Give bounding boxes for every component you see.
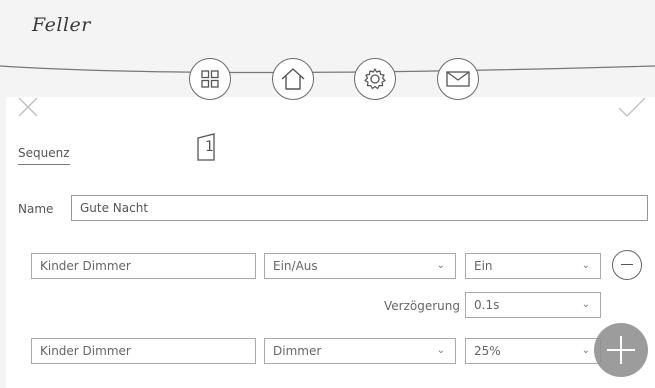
chevron-down-icon: ⌄ [436,345,445,356]
device-field[interactable]: Kinder Dimmer [31,253,256,279]
name-label: Name [18,202,54,216]
name-input[interactable] [71,195,648,221]
chevron-down-icon: ⌄ [581,299,590,310]
type-select-value: Ein/Aus [273,259,318,273]
grid-icon [201,70,219,88]
chevron-down-icon: ⌄ [581,260,590,271]
home-nav-button[interactable] [272,58,314,100]
grid-nav-button[interactable] [189,58,231,100]
add-step-button[interactable] [594,323,648,377]
left-edge [0,97,6,388]
settings-icon [364,68,386,90]
mail-icon [446,71,470,87]
mail-nav-button[interactable] [437,58,479,100]
delay-select[interactable]: 0.1s ⌄ [465,292,601,318]
remove-row-button[interactable] [612,250,642,280]
value-select[interactable]: Ein ⌄ [465,253,601,279]
type-select-value: Dimmer [273,344,322,358]
close-icon[interactable] [17,96,39,118]
device-field[interactable]: Kinder Dimmer [31,338,256,364]
value-select-value: 25% [474,344,501,358]
value-select[interactable]: 25% ⌄ [465,338,601,364]
nav-curve [0,65,655,74]
delay-label: Verzögerung [384,299,460,313]
check-icon[interactable] [617,96,647,118]
page-number: 1 [205,139,214,155]
settings-nav-button[interactable] [354,58,396,100]
delay-select-value: 0.1s [474,298,500,312]
chevron-down-icon: ⌄ [581,345,590,356]
tab-sequenz[interactable]: Sequenz [18,146,70,165]
type-select[interactable]: Dimmer ⌄ [264,338,456,364]
type-select[interactable]: Ein/Aus ⌄ [264,253,456,279]
home-icon [281,68,305,90]
plus-icon-vertical [620,336,622,364]
value-select-value: Ein [474,259,493,273]
chevron-down-icon: ⌄ [436,260,445,271]
